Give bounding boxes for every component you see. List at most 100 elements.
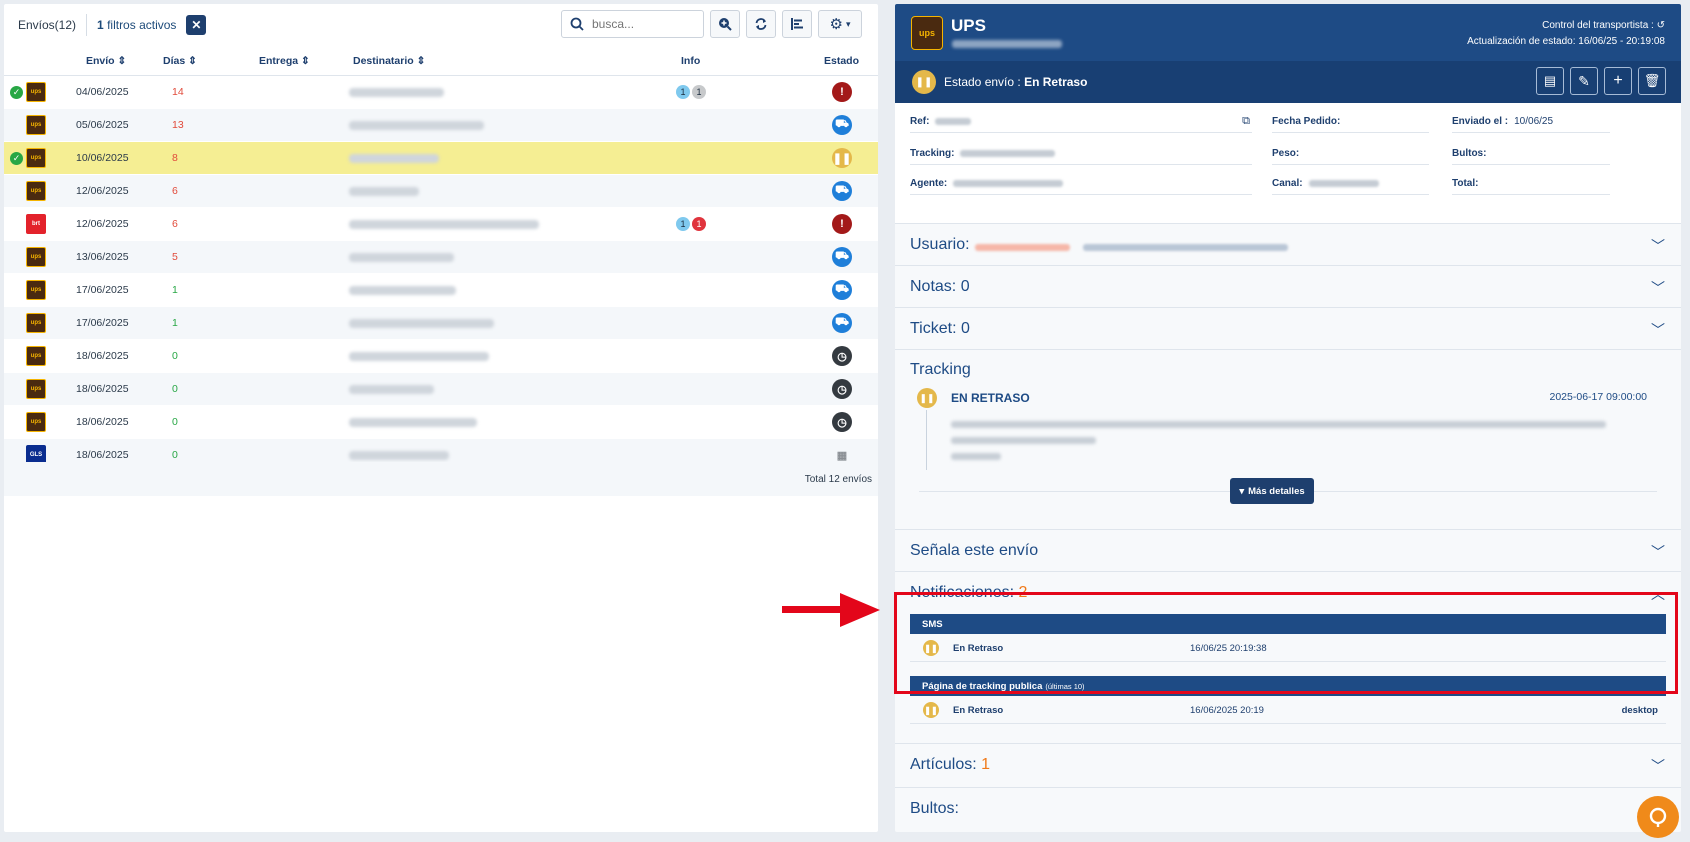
section-bultos[interactable]: Bultos: (895, 787, 1681, 827)
ups-logo-icon: ups (26, 346, 46, 366)
chat-support-button[interactable] (1637, 796, 1679, 838)
add-button[interactable]: + (1604, 67, 1632, 95)
section-usuario[interactable]: Usuario: ﹀ (895, 223, 1681, 265)
refresh-button[interactable] (746, 10, 776, 38)
usuario-name-redacted (975, 244, 1070, 251)
search-input[interactable] (592, 17, 692, 31)
col-destinatario[interactable]: Destinatario ⇕ (353, 55, 425, 67)
status-update-time: Actualización de estado: 16/06/25 - 20:1… (1467, 36, 1665, 47)
table-row[interactable]: ups 18/06/2025 0 ◷ (4, 340, 878, 373)
pause-icon: ❚❚ (912, 70, 936, 94)
field-enviado-value: 10/06/25 (1514, 116, 1554, 127)
active-filters-label[interactable]: 1 filtros activos (97, 18, 176, 32)
chevron-down-icon: ﹀ (1651, 280, 1665, 296)
section-articulos-title: Artículos: 1 (910, 756, 990, 774)
tracking-event-title: EN RETRASO (951, 391, 1030, 405)
field-fecha-pedido-label: Fecha Pedido: (1272, 116, 1341, 127)
table-row[interactable]: ✓ ups 04/06/2025 14 1 1! (4, 76, 878, 109)
table-row[interactable]: ups 12/06/2025 6 ⛟ (4, 175, 878, 208)
history-icon[interactable]: ↺ (1657, 20, 1665, 31)
more-details-button[interactable]: ▾ Más detalles (1230, 478, 1314, 504)
ship-date: 05/06/2025 (76, 119, 129, 131)
shipments-count-title[interactable]: Envíos(12) (18, 18, 76, 32)
table-row[interactable]: ups 17/06/2025 1 ⛟ (4, 274, 878, 307)
zoom-search-button[interactable] (710, 10, 740, 38)
ship-date: 18/06/2025 (76, 383, 129, 395)
days-count: 13 (172, 119, 184, 131)
section-articulos[interactable]: Artículos: 1 ﹀ (895, 743, 1681, 787)
truck-status-icon[interactable]: ⛟ (832, 181, 852, 201)
ups-logo-icon: ups (26, 115, 46, 135)
shipment-id-redacted (952, 40, 1062, 48)
carrier-control-info: Control del transportista : ↺ Actualizac… (1467, 18, 1665, 50)
copy-icon[interactable]: ⧉ (1242, 115, 1250, 128)
settings-dropdown-button[interactable]: ⚙ ▾ (818, 10, 862, 38)
section-tracking: Tracking ❚❚ EN RETRASO 2025-06-17 09:00:… (895, 349, 1681, 529)
ups-logo-icon: ups (26, 379, 46, 399)
edit-button[interactable]: ✎ (1570, 67, 1598, 95)
col-estado: Estado (824, 55, 860, 67)
notification-row: ❚❚ En Retraso 16/06/2025 20:19 desktop (910, 696, 1666, 724)
recipient-redacted (349, 87, 444, 97)
delete-button[interactable]: 🗑 (1638, 67, 1666, 95)
section-ticket[interactable]: Ticket: 0 ﹀ (895, 307, 1681, 349)
clear-filters-button[interactable]: ✕ (186, 15, 207, 35)
align-columns-button[interactable] (782, 10, 812, 38)
truck-status-icon[interactable]: ⛟ (832, 313, 852, 333)
table-row[interactable]: ups 13/06/2025 5 ⛟ (4, 241, 878, 274)
field-tracking-value-redacted (960, 150, 1056, 157)
section-notas[interactable]: Notas: 0 ﹀ (895, 265, 1681, 307)
table-row[interactable]: brt 12/06/2025 6 1 1! (4, 208, 878, 241)
error-status-icon[interactable]: ! (832, 82, 852, 102)
recipient-redacted (349, 450, 449, 460)
truck-status-icon[interactable]: ⛟ (832, 115, 852, 135)
ship-date: 13/06/2025 (76, 251, 129, 263)
clock-status-icon[interactable]: ◷ (832, 379, 852, 399)
toolbar-divider (86, 14, 88, 36)
ups-logo-icon: ups (26, 181, 46, 201)
table-row[interactable]: ups 17/06/2025 1 ⛟ (4, 307, 878, 340)
table-row[interactable]: ✓ ups 10/06/2025 8 ❚❚ (4, 142, 878, 175)
archive-button[interactable]: ▤ (1536, 67, 1564, 95)
ups-logo-icon: ups (26, 313, 46, 333)
toolbar-actions: ⚙ ▾ (561, 10, 862, 38)
timeline-line (926, 410, 927, 470)
clock-status-icon[interactable]: ◷ (832, 412, 852, 432)
chat-icon (1649, 807, 1667, 827)
clock-status-icon[interactable]: ◷ (832, 346, 852, 366)
recipient-redacted (349, 417, 477, 427)
truck-status-icon[interactable]: ⛟ (832, 247, 852, 267)
error-status-icon[interactable]: ! (832, 214, 852, 234)
table-row[interactable]: ups 18/06/2025 0 ◷ (4, 373, 878, 406)
chevron-down-icon: ﹀ (1651, 322, 1665, 338)
annotation-arrow-head (840, 593, 880, 627)
chevron-down-icon: ▾ (1239, 485, 1245, 497)
ship-date: 18/06/2025 (76, 449, 129, 461)
info-badge[interactable]: 1 (692, 85, 706, 99)
recipient-redacted (349, 120, 484, 130)
tracking-event-date: 2025-06-17 09:00:00 (1549, 391, 1648, 403)
col-entrega[interactable]: Entrega ⇕ (259, 55, 310, 67)
field-total-label: Total: (1452, 178, 1479, 189)
recipient-redacted (349, 252, 454, 262)
ship-date: 12/06/2025 (76, 185, 129, 197)
days-count: 0 (172, 416, 178, 428)
col-dias[interactable]: Días ⇕ (163, 55, 197, 67)
pause-status-icon[interactable]: ❚❚ (832, 148, 852, 168)
field-total: Total: (1452, 173, 1610, 195)
field-enviado-label: Enviado el : (1452, 116, 1509, 127)
field-ref-label: Ref: (910, 116, 930, 127)
col-envio[interactable]: Envío ⇕ (86, 55, 126, 67)
tracking-description-redacted (951, 453, 1001, 460)
truck-status-icon[interactable]: ⛟ (832, 280, 852, 300)
table-row[interactable]: ups 18/06/2025 0 ◷ (4, 406, 878, 439)
info-badge[interactable]: 1 (676, 217, 690, 231)
info-badge[interactable]: 1 (692, 217, 706, 231)
section-tracking-title: Tracking (910, 361, 971, 378)
carrier-control-label: Control del transportista : (1542, 20, 1654, 31)
days-count: 8 (172, 152, 178, 164)
usuario-label: Usuario: (910, 236, 970, 253)
table-row[interactable]: ups 05/06/2025 13 ⛟ (4, 109, 878, 142)
section-senala[interactable]: Señala este envío ﹀ (895, 529, 1681, 571)
info-badge[interactable]: 1 (676, 85, 690, 99)
